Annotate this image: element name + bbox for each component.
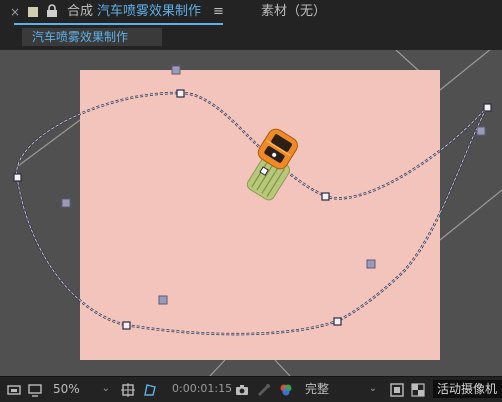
viewer-canvas (0, 50, 502, 376)
breadcrumb[interactable]: 汽车喷雾效果制作 (22, 28, 162, 46)
composition-viewer[interactable] (0, 50, 502, 376)
close-icon[interactable]: × (10, 5, 20, 19)
resolution-dropdown[interactable]: 完整 ⌄ (303, 380, 381, 398)
composition-canvas (80, 70, 440, 360)
monitor-icon[interactable] (27, 382, 43, 398)
menu-icon[interactable]: ≡ (213, 4, 224, 20)
lock-icon[interactable] (46, 4, 58, 18)
breadcrumb-bar: 汽车喷雾效果制作 (0, 25, 502, 50)
composition-tab[interactable]: 汽车喷雾效果制作 (97, 4, 201, 20)
color-channel-icon[interactable] (278, 382, 294, 398)
composition-color-swatch[interactable] (28, 7, 38, 17)
camera-snapshot-icon[interactable] (234, 382, 250, 398)
camera-view-dropdown[interactable]: 活动摄像机 (433, 380, 502, 398)
fit-icon[interactable] (120, 382, 136, 398)
zoom-value: 50% (53, 382, 80, 396)
panel-tab-bar: × 合成 汽车喷雾效果制作 ≡ 素材（无） (0, 0, 502, 25)
footage-tab[interactable]: 素材（无） (261, 4, 326, 20)
composition-panel: × 合成 汽车喷雾效果制作 ≡ 素材（无） 汽车喷雾效果制作 50% ⌄ 0:0… (0, 0, 502, 402)
mask-toggle-icon[interactable] (142, 382, 158, 398)
region-of-interest-icon[interactable] (389, 382, 405, 398)
zoom-dropdown[interactable]: 50% ⌄ (48, 380, 112, 398)
chevron-down-icon: ⌄ (101, 383, 110, 394)
composition-tab-prefix: 合成 (67, 4, 94, 19)
show-snapshot-icon[interactable] (256, 382, 272, 398)
resolution-value: 完整 (305, 382, 330, 396)
chevron-down-icon: ⌄ (368, 383, 377, 394)
current-time[interactable]: 0:00:01:15 (172, 381, 232, 397)
preview-icon[interactable] (6, 382, 22, 398)
viewer-toolbar: 50% ⌄ 0:00:01:15 完整 ⌄ 活动摄像机 (0, 376, 502, 402)
transparency-grid-icon[interactable] (410, 382, 426, 398)
